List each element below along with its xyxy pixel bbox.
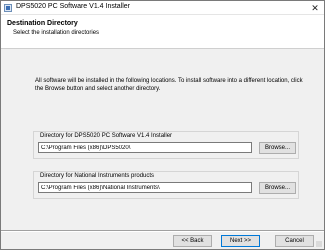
back-button[interactable]: << Back [173, 235, 212, 247]
wizard-header: Destination Directory Select the install… [1, 15, 324, 49]
browse-button-label: Browse... [264, 145, 290, 151]
directory-group-national-instruments: Directory for National Instruments produ… [33, 171, 299, 199]
title-bar[interactable]: DPS5020 PC Software V1.4 Installer ✕ [1, 1, 324, 15]
installer-icon [4, 4, 12, 12]
directory-path-input[interactable] [38, 142, 252, 153]
directory-path-input[interactable] [38, 182, 252, 193]
directory-group-software: Directory for DPS5020 PC Software V1.4 I… [33, 131, 299, 159]
install-description: All software will be installed in the fo… [35, 78, 303, 92]
window-title: DPS5020 PC Software V1.4 Installer [16, 3, 131, 10]
directory-label: Directory for DPS5020 PC Software V1.4 I… [40, 133, 173, 139]
footer-separator [1, 230, 324, 232]
page-title: Destination Directory [7, 20, 78, 27]
directory-label: Directory for National Instruments produ… [40, 173, 155, 179]
installer-window: DPS5020 PC Software V1.4 Installer ✕ Des… [0, 0, 325, 250]
next-button[interactable]: Next >> [221, 235, 260, 247]
cancel-button[interactable]: Cancel [275, 235, 314, 247]
browse-button[interactable]: Browse... [259, 142, 296, 154]
browse-button-label: Browse... [264, 185, 290, 191]
page-subtitle: Select the installation directories [13, 30, 100, 36]
browse-button[interactable]: Browse... [259, 182, 296, 194]
resize-grip-icon[interactable] [316, 241, 322, 247]
close-icon[interactable]: ✕ [309, 2, 321, 14]
